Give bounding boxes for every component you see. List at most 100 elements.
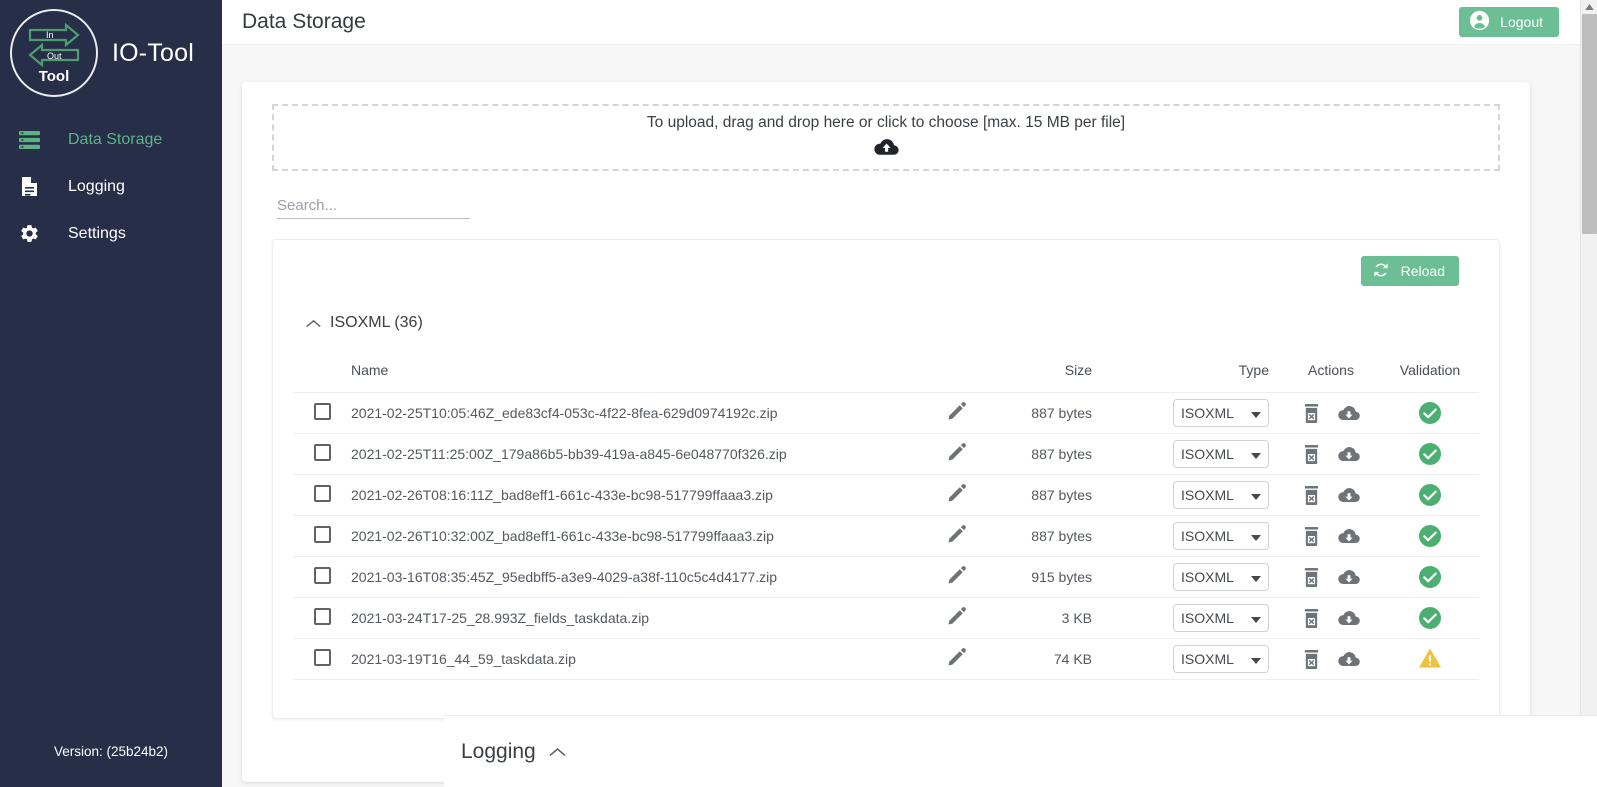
file-actions-cell — [1281, 433, 1381, 475]
download-icon[interactable] — [1337, 487, 1360, 504]
table-row[interactable]: 2021-02-25T11:25:00Z_179a86b5-bb39-419a-… — [293, 433, 1479, 475]
scroll-up-arrow[interactable] — [1581, 0, 1597, 14]
table-row[interactable]: 2021-03-19T16_44_59_taskdata.zip 74 KB ISO… — [293, 638, 1479, 680]
row-checkbox[interactable] — [313, 403, 331, 420]
io-tool-logo: In Out Tool — [10, 9, 98, 97]
type-value: ISOXML — [1181, 405, 1234, 421]
type-dropdown[interactable]: ISOXML — [1173, 522, 1269, 550]
col-type: Type — [1096, 354, 1281, 393]
group-label: ISOXML (36) — [330, 314, 423, 331]
table-row[interactable]: 2021-03-16T08:35:45Z_95edbff5-a3e9-4029-… — [293, 556, 1479, 598]
delete-icon[interactable] — [1303, 403, 1320, 423]
edit-pencil-icon[interactable] — [947, 648, 966, 670]
chevron-down-icon — [1251, 405, 1261, 421]
file-name-cell: 2021-03-16T08:35:45Z_95edbff5-a3e9-4029-… — [351, 556, 926, 598]
file-actions-cell — [1281, 392, 1381, 434]
file-validation-cell — [1381, 556, 1479, 598]
row-checkbox[interactable] — [313, 526, 331, 543]
download-icon[interactable] — [1337, 610, 1360, 627]
search-input[interactable] — [277, 193, 470, 219]
table-header-row: Name Size Type Actions Validation — [293, 354, 1479, 393]
page-scrollbar[interactable] — [1580, 0, 1597, 787]
col-validation: Validation — [1381, 354, 1479, 393]
row-checkbox[interactable] — [313, 485, 331, 502]
table-row[interactable]: 2021-02-26T10:32:00Z_bad8eff1-661c-433e-… — [293, 515, 1479, 557]
download-icon[interactable] — [1337, 446, 1360, 463]
delete-icon[interactable] — [1303, 485, 1320, 505]
col-edit — [926, 354, 986, 393]
file-validation-cell — [1381, 515, 1479, 557]
group-header-isoxml[interactable]: ISOXML (36) — [306, 314, 1479, 332]
chevron-down-icon — [1251, 610, 1261, 626]
edit-pencil-icon[interactable] — [947, 607, 966, 629]
file-type-cell: ISOXML — [1096, 638, 1281, 680]
edit-pencil-icon[interactable] — [947, 525, 966, 547]
file-validation-cell — [1381, 433, 1479, 475]
logging-toggle[interactable]: Logging — [461, 740, 566, 764]
logout-label: Logout — [1500, 14, 1543, 30]
type-dropdown[interactable]: ISOXML — [1173, 604, 1269, 632]
row-checkbox[interactable] — [313, 608, 331, 625]
delete-icon[interactable] — [1303, 567, 1320, 587]
table-row[interactable]: 2021-02-25T10:05:46Z_ede83cf4-053c-4f22-… — [293, 392, 1479, 434]
file-name-cell: 2021-03-24T17-25_28.993Z_fields_taskdata… — [351, 597, 926, 639]
delete-icon[interactable] — [1303, 526, 1320, 546]
validation-ok-icon — [1419, 484, 1441, 506]
row-checkbox[interactable] — [313, 444, 331, 461]
sidebar-nav: Data Storage Logging Settings — [0, 116, 222, 257]
file-actions-cell — [1281, 638, 1381, 680]
file-list-panel: Reload ISOXML (36) Name Size Type Action… — [272, 239, 1500, 719]
delete-icon[interactable] — [1303, 608, 1320, 628]
col-actions: Actions — [1281, 354, 1381, 393]
sidebar-item-settings[interactable]: Settings — [0, 210, 222, 257]
row-checkbox[interactable] — [313, 649, 331, 666]
download-icon[interactable] — [1337, 569, 1360, 586]
logging-label: Logging — [461, 739, 536, 763]
type-dropdown[interactable]: ISOXML — [1173, 645, 1269, 673]
edit-pencil-icon[interactable] — [947, 402, 966, 424]
download-icon[interactable] — [1337, 651, 1360, 668]
download-icon[interactable] — [1337, 528, 1360, 545]
file-size-cell: 887 bytes — [986, 433, 1096, 475]
type-value: ISOXML — [1181, 528, 1234, 544]
row-checkbox[interactable] — [313, 567, 331, 584]
type-dropdown[interactable]: ISOXML — [1173, 399, 1269, 427]
delete-icon[interactable] — [1303, 649, 1320, 669]
file-actions-cell — [1281, 474, 1381, 516]
type-dropdown[interactable]: ISOXML — [1173, 563, 1269, 591]
file-type-cell: ISOXML — [1096, 474, 1281, 516]
page-scrollbar-thumb[interactable] — [1582, 14, 1597, 234]
chevron-down-icon — [1251, 528, 1261, 544]
logout-button[interactable]: Logout — [1459, 7, 1559, 37]
gear-icon — [14, 223, 44, 244]
content-scroll-region: To upload, drag and drop here or click t… — [222, 45, 1597, 787]
file-type-cell: ISOXML — [1096, 433, 1281, 475]
file-size-cell: 915 bytes — [986, 556, 1096, 598]
cloud-upload-icon — [873, 138, 899, 162]
table-row[interactable]: 2021-03-24T17-25_28.993Z_fields_taskdata… — [293, 597, 1479, 639]
edit-pencil-icon[interactable] — [947, 566, 966, 588]
file-name-cell: 2021-02-26T08:16:11Z_bad8eff1-661c-433e-… — [351, 474, 926, 516]
validation-ok-icon — [1419, 402, 1441, 424]
sidebar-item-data-storage[interactable]: Data Storage — [0, 116, 222, 163]
sidebar-item-label: Settings — [68, 224, 126, 242]
rename-cell — [926, 433, 986, 475]
edit-pencil-icon[interactable] — [947, 484, 966, 506]
file-actions-cell — [1281, 597, 1381, 639]
edit-pencil-icon[interactable] — [947, 443, 966, 465]
search-container — [272, 171, 1500, 219]
topbar: Data Storage Logout — [222, 0, 1597, 45]
chevron-down-icon — [1251, 487, 1261, 503]
table-row[interactable]: 2021-02-26T08:16:11Z_bad8eff1-661c-433e-… — [293, 474, 1479, 516]
download-icon[interactable] — [1337, 405, 1360, 422]
file-validation-cell — [1381, 392, 1479, 434]
logo-graphic: In Out Tool — [28, 22, 80, 85]
reload-button[interactable]: Reload — [1360, 256, 1459, 286]
refresh-icon — [1371, 260, 1391, 283]
upload-dropzone[interactable]: To upload, drag and drop here or click t… — [272, 104, 1500, 171]
type-dropdown[interactable]: ISOXML — [1173, 440, 1269, 468]
type-dropdown[interactable]: ISOXML — [1173, 481, 1269, 509]
sidebar-item-logging[interactable]: Logging — [0, 163, 222, 210]
rename-cell — [926, 597, 986, 639]
delete-icon[interactable] — [1303, 444, 1320, 464]
